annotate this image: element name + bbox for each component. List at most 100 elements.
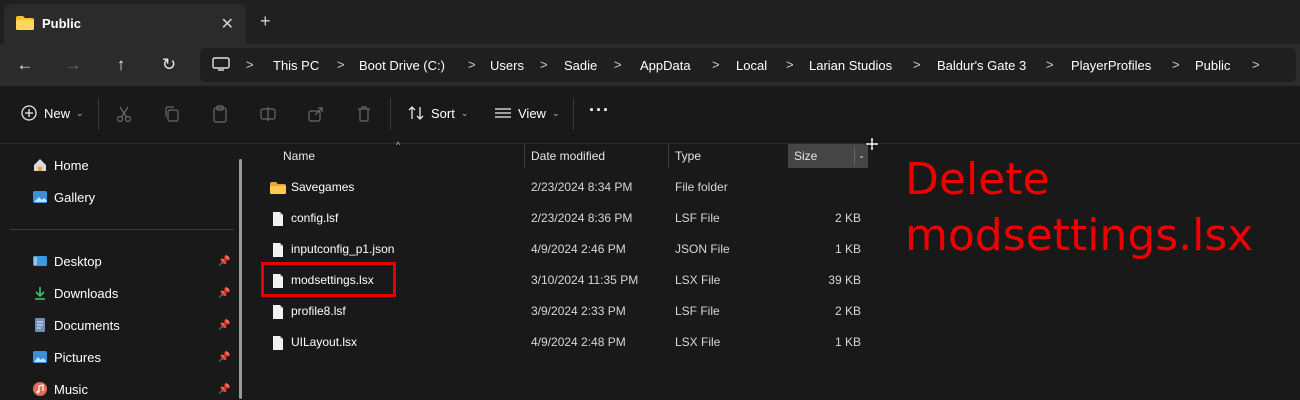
breadcrumb-public[interactable]: Public (1195, 58, 1230, 73)
breadcrumb-separator[interactable]: > (614, 57, 622, 72)
sidebar-scrollbar[interactable] (239, 159, 242, 399)
new-button[interactable]: New ⌄ (20, 104, 84, 122)
downloads-icon (35, 287, 45, 300)
table-row[interactable]: UILayout.lsx 4/9/2024 2:48 PM LSX File 1… (250, 327, 880, 358)
sidebar-item-desktop[interactable]: Desktop (32, 250, 102, 272)
sidebar-item-pictures[interactable]: Pictures (32, 346, 101, 368)
file-type: JSON File (675, 242, 730, 256)
column-header-date-modified[interactable]: Date modified (531, 144, 605, 168)
chevron-down-icon: ⌄ (460, 107, 469, 118)
navigation-pane: Home Gallery Desktop 📌 Downloads 📌 Docum… (0, 144, 250, 400)
sidebar-divider (10, 229, 234, 230)
file-date-modified: 4/9/2024 2:46 PM (531, 242, 626, 256)
view-list-icon (495, 108, 511, 118)
up-button[interactable]: ↑ (110, 54, 132, 76)
breadcrumb-separator[interactable]: > (246, 57, 254, 72)
breadcrumb-baldurs-gate-3[interactable]: Baldur's Gate 3 (937, 58, 1026, 73)
view-button[interactable]: View ⌄ (494, 104, 560, 122)
home-icon (34, 159, 46, 171)
file-icon (273, 212, 283, 226)
breadcrumb-local[interactable]: Local (736, 58, 767, 73)
column-header-type[interactable]: Type (675, 144, 701, 168)
file-type: File folder (675, 180, 728, 194)
close-tab-icon[interactable]: ✕ (221, 14, 234, 34)
column-divider[interactable] (524, 144, 525, 168)
chevron-down-icon: ⌄ (76, 107, 84, 118)
delete-icon[interactable] (355, 105, 373, 123)
sidebar-item-label: Downloads (54, 285, 119, 301)
computer-icon[interactable] (212, 57, 230, 71)
breadcrumb-appdata[interactable]: AppData (640, 58, 691, 73)
pin-icon[interactable]: 📌 (218, 384, 230, 395)
tab-public[interactable]: Public ✕ (4, 4, 246, 44)
breadcrumb-separator[interactable]: > (786, 57, 794, 72)
breadcrumb-separator[interactable]: > (468, 57, 476, 72)
file-date-modified: 3/10/2024 11:35 PM (531, 273, 639, 287)
sort-button[interactable]: Sort ⌄ (407, 104, 468, 122)
sort-ascending-icon: ^ (396, 140, 401, 150)
table-row[interactable]: profile8.lsf 3/9/2024 2:33 PM LSF File 2… (250, 296, 880, 327)
file-name: Savegames (291, 180, 355, 194)
file-size: 2 KB (834, 211, 861, 225)
breadcrumb-sadie[interactable]: Sadie (564, 58, 597, 73)
view-label: View (518, 105, 546, 121)
file-type: LSF File (675, 304, 720, 318)
sidebar-item-label: Home (54, 157, 89, 173)
breadcrumb-separator[interactable]: > (712, 57, 720, 72)
address-bar[interactable]: > This PC > Boot Drive (C:) > Users > Sa… (200, 48, 1296, 82)
breadcrumb-boot-drive[interactable]: Boot Drive (C:) (359, 58, 445, 73)
table-row[interactable]: Savegames 2/23/2024 8:34 PM File folder (250, 172, 880, 203)
file-type: LSX File (675, 273, 721, 287)
sidebar-item-documents[interactable]: Documents (32, 314, 120, 336)
forward-button[interactable]: → (62, 54, 84, 76)
new-label: New (44, 105, 71, 121)
file-icon (273, 336, 283, 350)
table-row[interactable]: inputconfig_p1.json 4/9/2024 2:46 PM JSO… (250, 234, 880, 265)
more-options-button[interactable]: ··· (589, 100, 610, 121)
table-row[interactable]: config.lsf 2/23/2024 8:36 PM LSF File 2 … (250, 203, 880, 234)
file-icon (273, 243, 283, 257)
sidebar-item-home[interactable]: Home (32, 154, 89, 176)
pin-icon[interactable]: 📌 (218, 256, 230, 267)
breadcrumb-playerprofiles[interactable]: PlayerProfiles (1071, 58, 1151, 73)
desktop-icon (33, 256, 47, 266)
breadcrumb-separator[interactable]: > (540, 57, 548, 72)
cut-icon[interactable] (115, 105, 133, 123)
folder-icon (270, 182, 286, 194)
copy-icon[interactable] (163, 105, 181, 123)
share-icon[interactable] (307, 105, 325, 123)
paste-icon[interactable] (211, 105, 229, 123)
breadcrumb-separator[interactable]: > (1252, 57, 1260, 72)
toolbar-divider (98, 98, 99, 130)
breadcrumb-separator[interactable]: > (1046, 57, 1054, 72)
file-date-modified: 3/9/2024 2:33 PM (531, 304, 626, 318)
rename-icon[interactable] (259, 105, 277, 123)
sidebar-item-gallery[interactable]: Gallery (32, 186, 95, 208)
sidebar-item-music[interactable]: Music (32, 378, 88, 400)
pin-icon[interactable]: 📌 (218, 352, 230, 363)
plus-circle-icon (21, 105, 37, 121)
file-date-modified: 4/9/2024 2:48 PM (531, 335, 626, 349)
column-divider[interactable] (668, 144, 669, 168)
sidebar-item-downloads[interactable]: Downloads (32, 282, 118, 304)
refresh-button[interactable]: ↻ (158, 54, 180, 76)
pin-icon[interactable]: 📌 (218, 288, 230, 299)
documents-icon (35, 318, 45, 332)
pin-icon[interactable]: 📌 (218, 320, 230, 331)
back-button[interactable]: ← (14, 54, 36, 76)
breadcrumb-separator[interactable]: > (1172, 57, 1180, 72)
file-size: 2 KB (834, 304, 861, 318)
column-header-name[interactable]: Name (283, 144, 315, 168)
toolbar-divider (573, 98, 574, 130)
breadcrumb-users[interactable]: Users (490, 58, 524, 73)
breadcrumb-separator[interactable]: > (913, 57, 921, 72)
breadcrumb-larian-studios[interactable]: Larian Studios (809, 58, 892, 73)
new-tab-button[interactable]: + (260, 12, 271, 30)
file-type: LSF File (675, 211, 720, 225)
sidebar-item-label: Pictures (54, 349, 101, 365)
breadcrumb-separator[interactable]: > (337, 57, 345, 72)
breadcrumb-this-pc[interactable]: This PC (273, 58, 319, 73)
gallery-icon (33, 191, 47, 203)
file-name: UILayout.lsx (291, 335, 358, 349)
command-bar: New ⌄ Sort ⌄ View ⌄ ··· (0, 86, 1300, 144)
